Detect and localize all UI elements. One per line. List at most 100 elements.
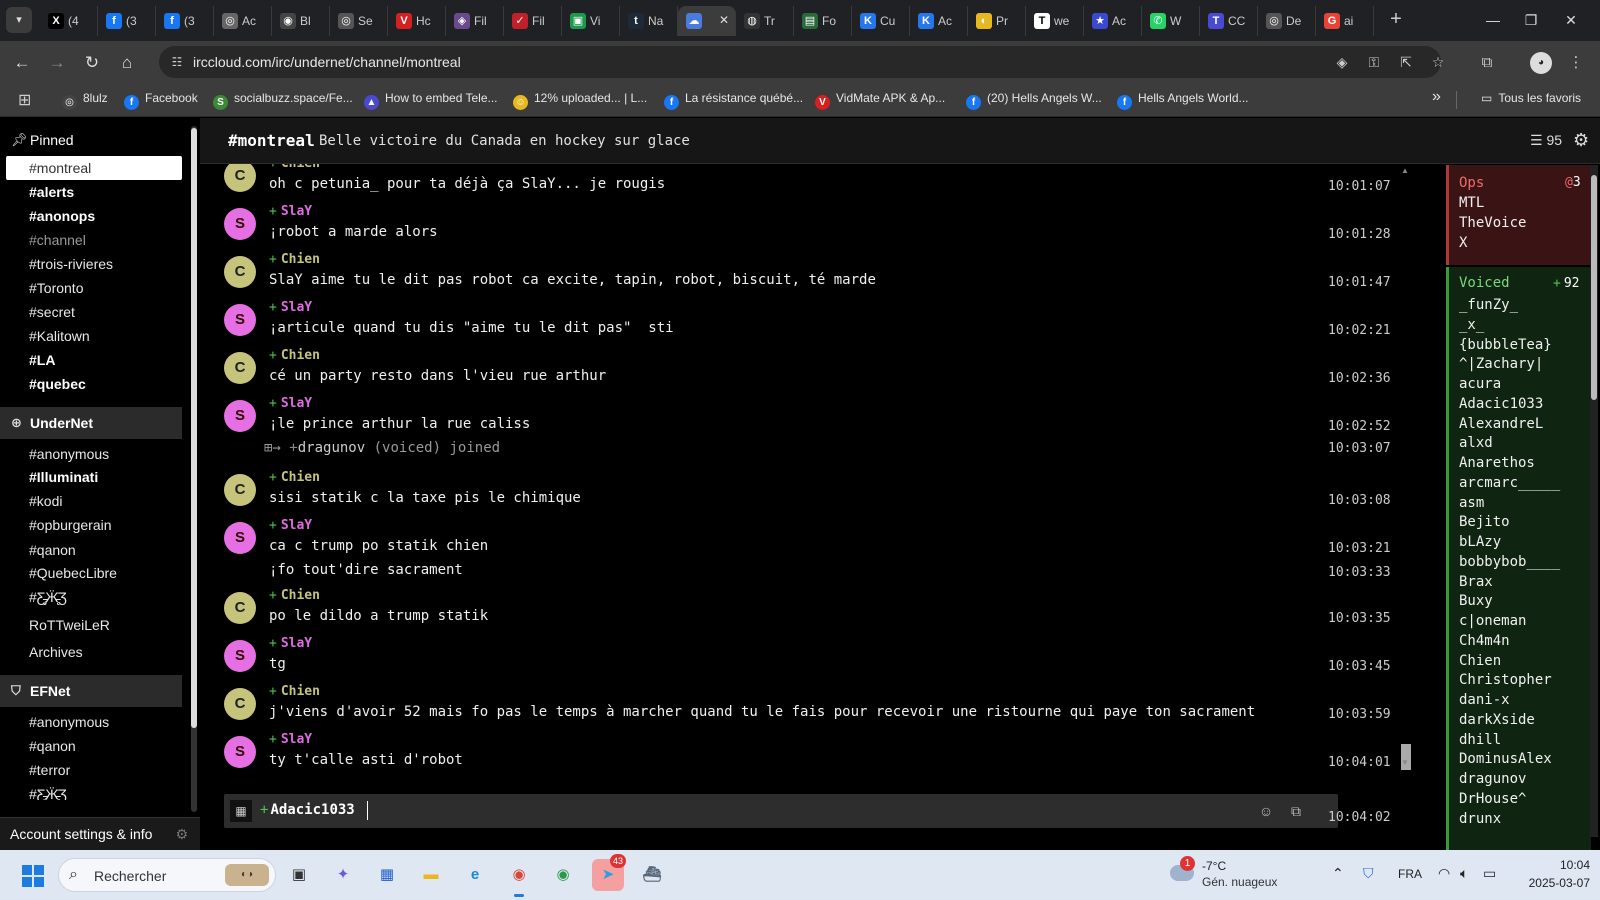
chrome-profile-icon[interactable]: ◉ [547,859,579,891]
browser-tab[interactable]: X (4 [40,6,98,36]
message-scrollbar[interactable]: ▲ ▼ [1399,166,1411,782]
member-voiced[interactable]: _funZy_ [1459,297,1518,313]
close-window-button[interactable]: ✕ [1556,8,1586,32]
volume-icon[interactable]: 🔈︎ [1460,865,1468,882]
user-avatar[interactable]: C [224,688,256,720]
taskview-icon[interactable]: ▣ [283,859,315,891]
bookmark-item[interactable]: ☺ 12% uploaded... | L... [513,91,647,110]
sidebar-channel-item[interactable]: #qanon [6,734,182,758]
open-in-app-icon[interactable]: ⇱ [1397,53,1415,71]
user-avatar[interactable]: C [224,474,256,506]
member-voiced[interactable]: darkXside [1459,712,1535,728]
member-count-toggle[interactable]: ☰ 95 [1530,132,1562,149]
browser-tab[interactable]: ▤ Fo [794,6,852,36]
bookmark-item[interactable]: f (20) Hells Angels W... [966,91,1102,110]
security-shield-icon[interactable]: ⛉ [1363,865,1374,882]
browser-tab[interactable]: Gai [1316,6,1374,36]
message-nick[interactable]: + SlaY [269,204,312,219]
user-avatar[interactable]: C [224,352,256,384]
browser-tab[interactable]: ◈ Fil [446,6,504,36]
copilot-icon[interactable]: ✦ [327,859,359,891]
apps-grid-icon[interactable]: ⊞ [18,90,31,109]
profile-avatar[interactable]: ◕ [1530,52,1552,74]
channel-name[interactable]: #montreal [228,131,315,150]
message-nick[interactable]: + SlaY [269,396,312,411]
bookmark-item[interactable]: f Facebook [124,91,198,110]
input-language[interactable]: FRA [1398,867,1422,881]
message-input-bar[interactable]: ▦ + Adacic1033 ☺ ⧉ [224,794,1338,828]
member-voiced[interactable]: dani-x [1459,692,1510,708]
channel-settings-gear-icon[interactable]: ⚙ [1573,130,1589,151]
member-list-scrollbar[interactable] [1590,165,1598,837]
member-voiced[interactable]: acura [1459,376,1501,392]
account-settings-button[interactable]: Account settings & info ⚙ [0,817,200,850]
system-clock[interactable]: 10:04 2025-03-07 [1500,856,1590,892]
close-tab-icon[interactable]: ✕ [719,13,729,27]
browser-tab[interactable]: T CC [1200,6,1258,36]
message-nick[interactable]: +Chien [269,252,320,267]
paste-upload-icon[interactable]: ⧉ [1287,802,1305,820]
battery-icon[interactable]: ▭ [1483,865,1496,882]
message-nick[interactable]: + SlaY [269,732,312,747]
bookmark-item[interactable]: ◎ 8lulz [62,91,108,110]
message-nick[interactable]: +Chien [269,164,320,171]
member-voiced[interactable]: {bubbleTea} [1459,337,1552,353]
member-op[interactable]: X [1459,235,1467,251]
browser-tab[interactable]: ☁ ✕ [678,6,736,36]
sidebar-channel-item[interactable]: #anonymous [6,710,182,734]
join-nick[interactable]: dragunov [298,440,365,456]
member-voiced[interactable]: DrHouse^ [1459,791,1526,807]
scroll-down-arrow-icon[interactable]: ▼ [1401,758,1409,767]
forward-button[interactable]: → [44,50,70,76]
reload-button[interactable]: ↻ [79,50,105,76]
member-voiced[interactable]: asm [1459,495,1484,511]
member-voiced[interactable]: AlexandreL [1459,416,1543,432]
browser-tab[interactable]: ★ Ac [1084,6,1142,36]
user-avatar[interactable]: S [224,304,256,336]
home-button[interactable]: ⌂ [114,50,140,76]
message-nick[interactable]: +Chien [269,684,320,699]
member-voiced[interactable]: c|oneman [1459,613,1526,629]
browser-tab[interactable]: f (3 [156,6,214,36]
bookmark-item[interactable]: f Hells Angels World... [1117,91,1249,110]
user-avatar[interactable]: S [224,208,256,240]
browser-tab[interactable]: ◎ Ac [214,6,272,36]
browser-tab[interactable]: ◉ Bl [272,6,330,36]
text-caret[interactable] [367,801,368,820]
more-bookmarks-chevron-icon[interactable]: » [1432,88,1441,106]
member-voiced[interactable]: Anarethos [1459,455,1535,471]
bookmark-star-icon[interactable]: ☆ [1429,53,1447,71]
scroll-up-arrow-icon[interactable]: ▲ [1401,166,1409,175]
member-op[interactable]: TheVoice [1459,215,1526,231]
member-voiced[interactable]: Buxy [1459,593,1493,609]
member-voiced[interactable]: Chien [1459,653,1501,669]
channel-topic[interactable]: Belle victoire du Canada en hockey sur g… [319,133,690,149]
member-op[interactable]: MTL [1459,195,1484,211]
chrome-icon[interactable]: ◉ [503,859,535,897]
wifi-icon[interactable]: ◠ [1438,865,1450,882]
edge-icon[interactable]: e [459,859,491,891]
omnibox[interactable]: ☷ irccloud.com/irc/undernet/channel/mont… [159,46,1444,78]
user-avatar[interactable]: S [224,522,256,554]
member-voiced[interactable]: alxd [1459,435,1493,451]
member-voiced[interactable]: arcmarc_____ [1459,475,1560,491]
browser-tab[interactable]: ▣ Vi [562,6,620,36]
member-voiced[interactable]: bobbybob____ [1459,554,1560,570]
member-voiced[interactable]: Bejito [1459,514,1510,530]
emoji-icon[interactable]: ☺ [1257,802,1275,820]
taskbar-search-box[interactable]: ⌕ Rechercher ◐◑ [58,858,276,892]
browser-tab[interactable]: ◎ De [1258,6,1316,36]
message-nick[interactable]: +Chien [269,348,320,363]
member-voiced[interactable]: ^|Zachary| [1459,356,1543,372]
start-button[interactable] [22,865,44,887]
sidebar-scrollbar-thumb[interactable] [191,128,197,728]
expand-join-icon[interactable]: ⊞→ [264,440,289,456]
tab-search-button[interactable]: ▾ [6,7,32,33]
password-key-icon[interactable]: ⚿ [1365,53,1383,71]
keyboard-shortcuts-icon[interactable]: ▦ [230,800,252,822]
browser-tab[interactable]: ✓ Fil [504,6,562,36]
message-nick[interactable]: + SlaY [269,518,312,533]
user-avatar[interactable]: S [224,736,256,768]
browser-tab[interactable]: ◎ Se [330,6,388,36]
sidebar-channel-item[interactable]: #terror [6,758,182,782]
